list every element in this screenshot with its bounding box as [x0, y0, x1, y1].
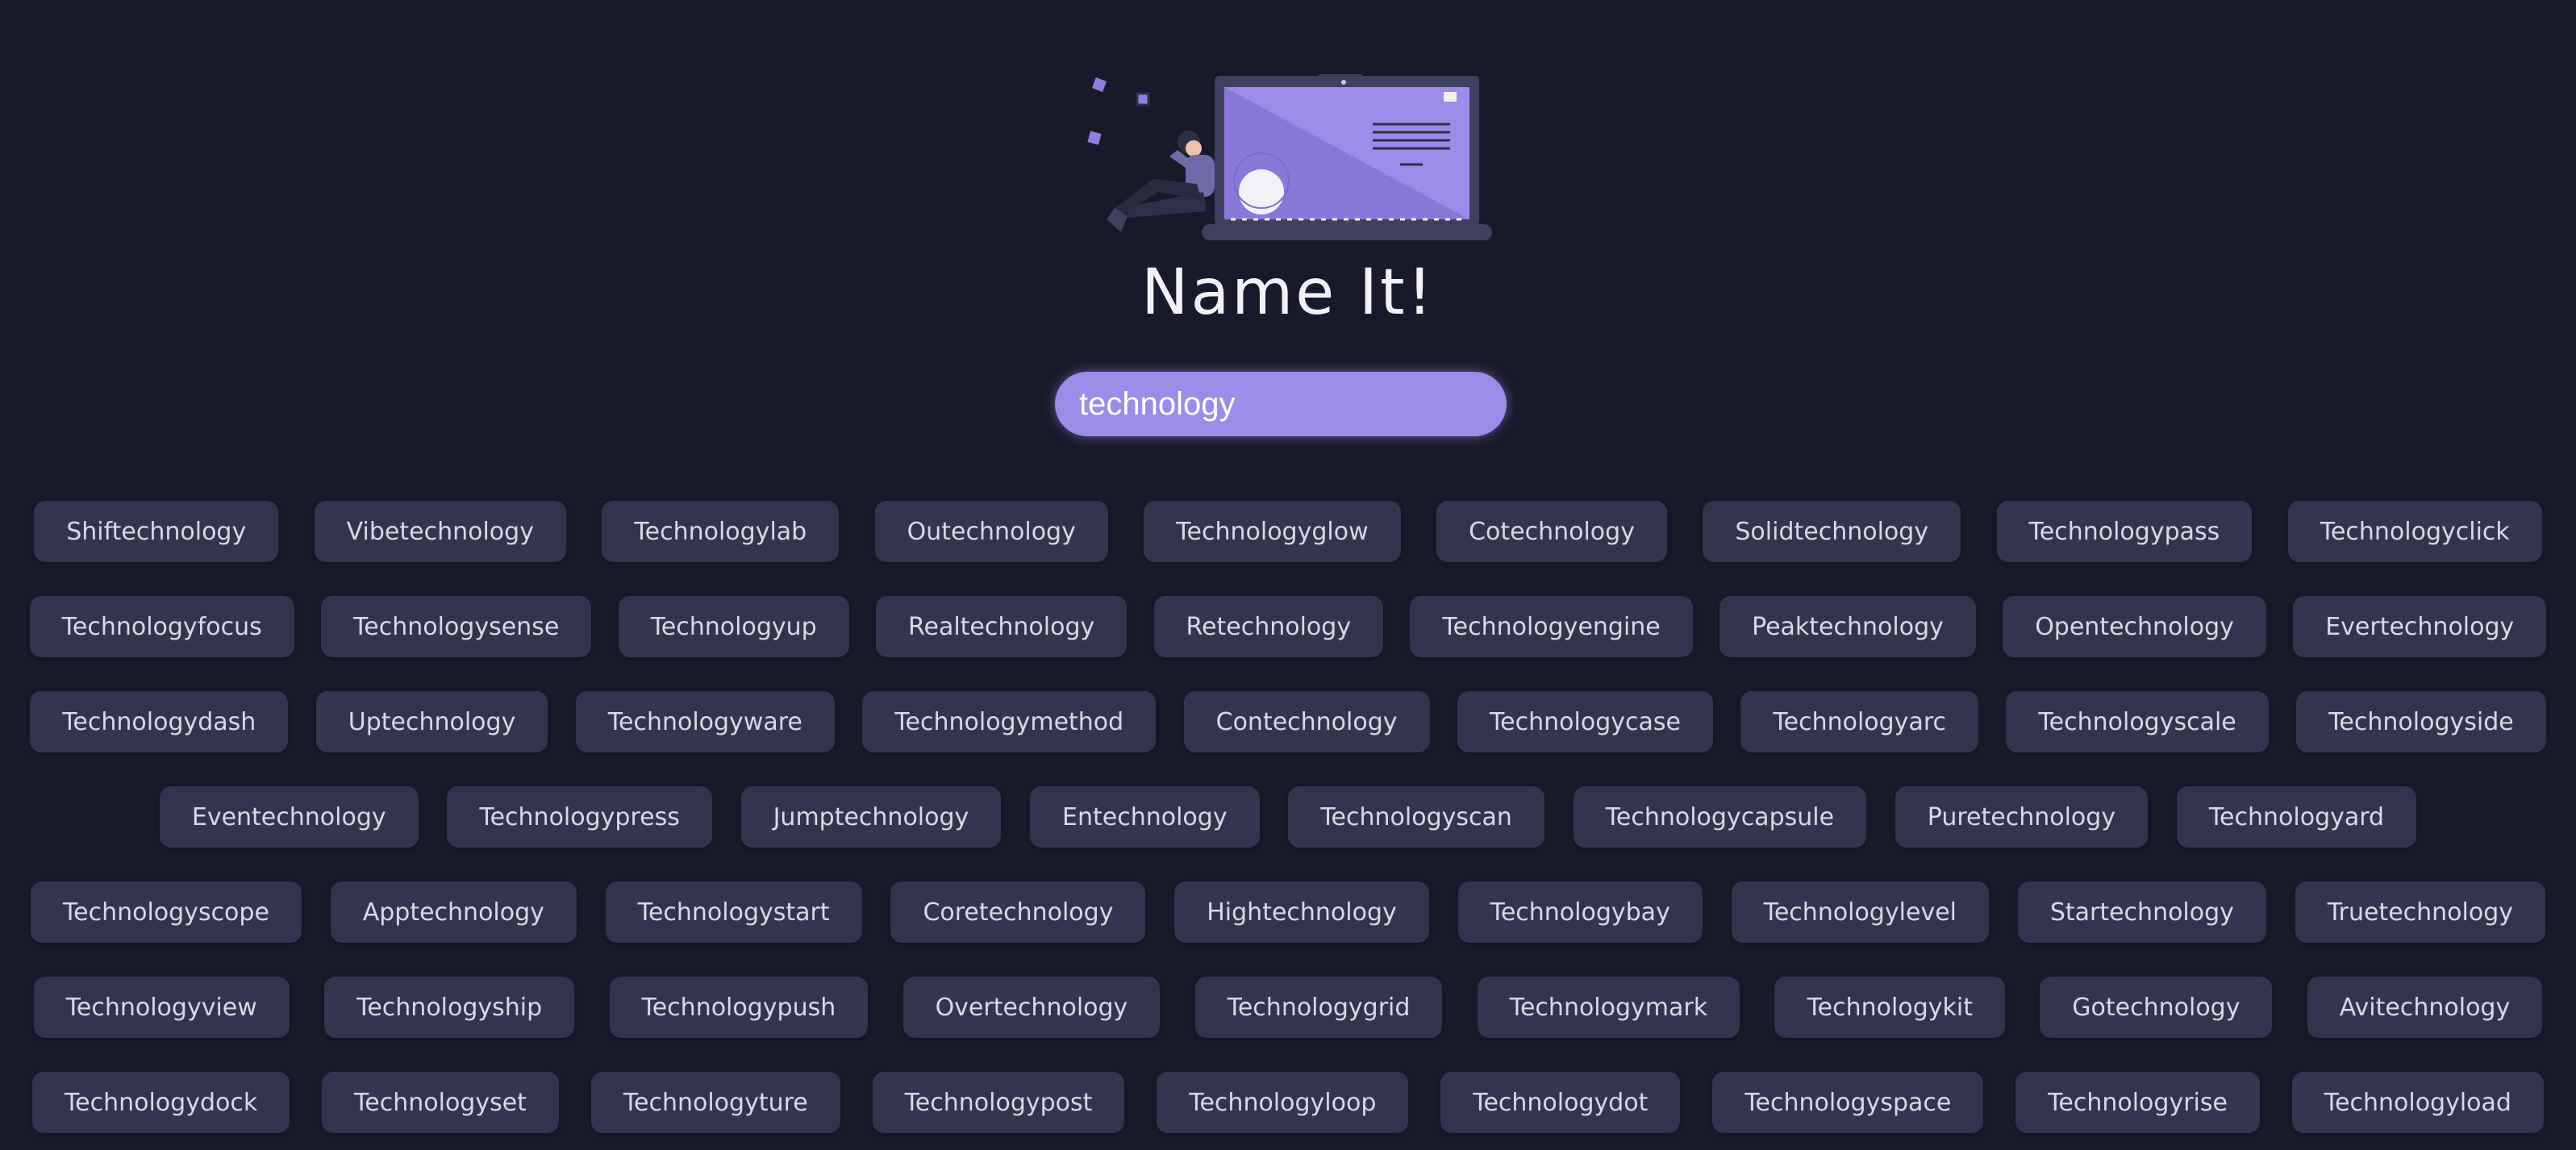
name-chip[interactable]: Technologypress: [447, 786, 712, 848]
name-chip[interactable]: Cotechnology: [1436, 501, 1667, 562]
name-chip[interactable]: Contechnology: [1183, 691, 1430, 752]
name-chip[interactable]: Technologydock: [31, 1072, 290, 1133]
floating-square-icon: [1087, 131, 1102, 145]
name-chip[interactable]: Technologydot: [1440, 1072, 1681, 1133]
name-chip[interactable]: Technologymark: [1477, 977, 1740, 1038]
page-title: Name It!: [1141, 256, 1435, 329]
name-chip[interactable]: Technologycase: [1457, 691, 1713, 752]
name-chip[interactable]: Overtechnology: [902, 977, 1161, 1038]
name-chip[interactable]: Hightechnology: [1174, 881, 1429, 943]
name-chip[interactable]: Technologyloop: [1157, 1072, 1409, 1133]
name-chip[interactable]: Technologycapsule: [1573, 786, 1867, 848]
name-chip[interactable]: Technologyscan: [1288, 786, 1544, 848]
name-chip[interactable]: Technologypost: [872, 1072, 1125, 1133]
name-chip[interactable]: Technologyspace: [1712, 1072, 1984, 1133]
name-chip[interactable]: Avitechnology: [2307, 977, 2543, 1038]
suggestion-row: Technologyview Technologyship Technology…: [0, 976, 2576, 1039]
name-chip[interactable]: Technologyship: [324, 977, 575, 1038]
name-chip[interactable]: Technologyscale: [2006, 691, 2269, 752]
search-input[interactable]: [1055, 372, 1507, 436]
name-chip[interactable]: Technologysense: [321, 596, 592, 657]
name-chip[interactable]: Technologyware: [575, 691, 835, 752]
app-page: Name It! Shiftechnology Vibetechnology T…: [0, 0, 2576, 1150]
name-chip[interactable]: Technologyup: [618, 596, 849, 657]
name-chip[interactable]: Peaktechnology: [1719, 596, 1976, 657]
name-chip[interactable]: Jumptechnology: [740, 786, 1002, 848]
name-suggestions: Shiftechnology Vibetechnology Technology…: [0, 500, 2576, 1150]
name-chip[interactable]: Entechnology: [1030, 786, 1260, 848]
name-chip[interactable]: Evertechnology: [2293, 596, 2547, 657]
name-chip[interactable]: Technologymethod: [862, 691, 1157, 752]
name-chip[interactable]: Outechnology: [874, 501, 1108, 562]
name-chip[interactable]: Technologypush: [609, 977, 869, 1038]
name-chip[interactable]: Gotechnology: [2040, 977, 2273, 1038]
name-chip[interactable]: Technologyclick: [2287, 501, 2542, 562]
name-chip[interactable]: Technologyload: [2291, 1072, 2544, 1133]
name-chip[interactable]: Solidtechnology: [1703, 501, 1961, 562]
suggestion-row: Eventechnology Technologypress Jumptechn…: [0, 785, 2576, 848]
floating-square-icon: [1092, 77, 1107, 92]
name-chip[interactable]: Technologylab: [602, 501, 840, 562]
floating-square-icon: [1136, 92, 1150, 106]
name-chip[interactable]: Shiftechnology: [34, 501, 279, 562]
name-chip[interactable]: Retechnology: [1153, 596, 1384, 657]
name-chip[interactable]: Technologybay: [1457, 881, 1703, 943]
name-chip[interactable]: Technologyture: [590, 1072, 840, 1133]
name-chip[interactable]: Technologyset: [322, 1072, 559, 1133]
name-chip[interactable]: Vibetechnology: [314, 501, 566, 562]
suggestion-row: Shiftechnology Vibetechnology Technology…: [0, 500, 2576, 563]
name-chip[interactable]: Technologyview: [33, 977, 290, 1038]
name-chip[interactable]: Apptechnology: [330, 881, 577, 943]
name-chip[interactable]: Technologyglow: [1144, 501, 1401, 562]
name-chip[interactable]: Technologyarc: [1740, 691, 1978, 752]
name-chip[interactable]: Eventechnology: [159, 786, 419, 848]
name-chip[interactable]: Technologyfocus: [29, 596, 294, 657]
name-chip[interactable]: Technologylevel: [1731, 881, 1990, 943]
name-chip[interactable]: Technologyscope: [30, 881, 302, 943]
person-with-laptop-illustration: [1087, 74, 1492, 240]
name-chip[interactable]: Uptechnology: [315, 691, 548, 752]
suggestion-row: Technologydock Technologyset Technologyt…: [0, 1071, 2576, 1134]
name-chip[interactable]: Technologygrid: [1194, 977, 1443, 1038]
name-chip[interactable]: Technologyside: [2296, 691, 2546, 752]
suggestion-row: Technologyscope Apptechnology Technology…: [0, 881, 2576, 944]
name-chip[interactable]: Startechnology: [2017, 881, 2266, 943]
name-chip[interactable]: Technologypass: [1996, 501, 2253, 562]
name-chip[interactable]: Technologydash: [30, 691, 289, 752]
suggestion-row: Technologyfocus Technologysense Technolo…: [0, 595, 2576, 658]
name-chip[interactable]: Truetechnology: [2295, 881, 2546, 943]
name-chip[interactable]: Puretechnology: [1894, 786, 2149, 848]
name-chip[interactable]: Technologykit: [1774, 977, 2005, 1038]
suggestion-row: Technologydash Uptechnology Technologywa…: [0, 690, 2576, 753]
name-chip[interactable]: Technologyrise: [2015, 1072, 2260, 1133]
name-chip[interactable]: Technologyard: [2176, 786, 2417, 848]
name-chip[interactable]: Realtechnology: [875, 596, 1128, 657]
name-chip[interactable]: Coretechnology: [890, 881, 1146, 943]
name-chip[interactable]: Technologystart: [605, 881, 862, 943]
name-chip[interactable]: Technologyengine: [1410, 596, 1693, 657]
name-chip[interactable]: Opentechnology: [2003, 596, 2266, 657]
